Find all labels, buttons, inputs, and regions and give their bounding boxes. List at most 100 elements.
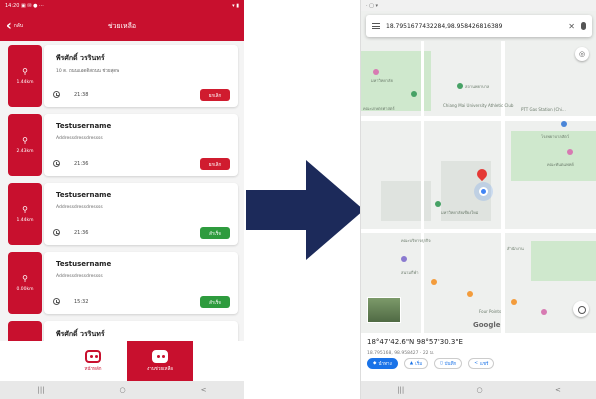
google-logo: Google	[473, 321, 501, 329]
tab-rescue-jobs[interactable]: งานช่วยเหลือ	[127, 341, 193, 381]
request-time: 21:36	[74, 161, 89, 167]
distance-value: 0.00km	[16, 286, 34, 292]
microphone-icon[interactable]	[581, 22, 586, 30]
card-body: พีรศักดิ์ วรรินทร์ 10 ต. ถนนแอดดิสถนน ช่…	[44, 45, 238, 107]
app-header: ‹ กลับ ช่วยเหลือ	[0, 11, 244, 41]
page-title: ช่วยเหลือ	[107, 21, 137, 30]
requester-address: Addressdressdressss	[56, 274, 103, 279]
request-list[interactable]: ⚲ 1.44km พีรศักดิ์ วรรินทร์ 10 ต. ถนนแอด…	[0, 41, 244, 341]
navigate-icon: ▲	[409, 361, 414, 366]
requester-name: Testusername	[56, 122, 112, 130]
directions-label: นำทาง	[378, 362, 392, 367]
distance-tab: ⚲ 1.44km	[8, 183, 42, 245]
map-label: PTT Gas Station (Chi...	[521, 107, 566, 112]
requester-address: Addressdressdressss	[56, 205, 103, 210]
tab-home[interactable]: หน้าหลัก	[62, 341, 124, 381]
requester-name: พีรศักดิ์ วรรินทร์	[56, 54, 105, 62]
requester-address: Addressdressdressss	[56, 136, 103, 141]
map-view[interactable]: มหาวิทยาลัย สถานพยาบาล คณะเกษตรศาสตร์ Ch…	[361, 11, 596, 333]
request-time: 21:38	[74, 92, 89, 98]
status-icons: ▣ ✉ ● ···	[21, 2, 44, 9]
save-button[interactable]: ▯ บันทึก	[434, 358, 463, 369]
distance-value: 2.43km	[16, 148, 34, 154]
start-button[interactable]: ▲ เริ่ม	[403, 358, 429, 369]
request-card[interactable]: ⚲ 2.43km Testusername Addressdressdresss…	[8, 114, 238, 176]
status-button[interactable]: สำเร็จ	[200, 227, 230, 239]
status-bar: · ▢ ▾	[361, 0, 596, 11]
back-label: กลับ	[13, 23, 24, 29]
recents-button[interactable]: |||	[397, 386, 404, 394]
card-body: Testusername Addressdressdressss 21:36 ส…	[44, 183, 238, 245]
map-label: สำนักงาน	[507, 246, 524, 251]
system-nav-bar: ||| ○ <	[361, 381, 596, 399]
rescue-app-screen: 14:20 ▣ ✉ ● ··· ▾ ▮ ‹ กลับ ช่วยเหลือ ⚲ 1…	[0, 0, 244, 399]
distance-tab: ⚲ 0.00km	[8, 252, 42, 314]
compass-icon[interactable]: ◎	[575, 47, 589, 61]
place-info-panel: 18°47'42.6"N 98°57'30.3"E 18.795168, 98.…	[361, 333, 596, 381]
tab-rescue-label: งานช่วยเหลือ	[147, 367, 173, 372]
system-nav-bar: ||| ○ <	[0, 381, 244, 399]
card-body: พีรศักดิ์ วรรินทร์	[44, 321, 238, 341]
current-location-icon	[479, 187, 488, 196]
maps-search-bar[interactable]: 18.7951677432284,98.9584268163​89 ✕	[366, 15, 592, 37]
clock-icon	[53, 229, 60, 236]
share-button[interactable]: < แชร์	[468, 358, 495, 369]
map-label: มหาวิทยาลัยเชียงใหม่	[441, 210, 479, 215]
request-card[interactable]: ⚲ 1.44km พีรศักดิ์ วรรินทร์ 10 ต. ถนนแอด…	[8, 45, 238, 107]
status-button[interactable]: สำเร็จ	[200, 296, 230, 308]
status-button[interactable]: ยกเลิก	[200, 89, 230, 101]
distance-value: 1.44km	[16, 217, 34, 223]
map-label: คณะบริหารธุรกิจ	[401, 238, 431, 243]
requester-name: พีรศักดิ์ วรรินทร์	[56, 330, 105, 338]
action-row: ◆ นำทาง ▲ เริ่ม ▯ บันทึก < แชร์	[367, 358, 495, 369]
share-label: แชร์	[480, 362, 489, 367]
share-icon: <	[474, 361, 479, 366]
start-label: เริ่ม	[415, 362, 423, 367]
composite-screenshot: 14:20 ▣ ✉ ● ··· ▾ ▮ ‹ กลับ ช่วยเหลือ ⚲ 1…	[0, 0, 596, 399]
bottom-tab-bar: หน้าหลัก งานช่วยเหลือ	[0, 341, 244, 381]
location-pin-icon: ⚲	[22, 273, 28, 283]
home-button[interactable]: ○	[477, 386, 483, 394]
back-nav-button[interactable]: <	[201, 386, 207, 394]
status-time: 14:20	[5, 2, 20, 9]
street-view-thumbnail[interactable]	[367, 297, 401, 323]
menu-icon[interactable]	[372, 23, 380, 29]
back-button[interactable]: ‹ กลับ	[0, 19, 23, 33]
dog-face-icon	[152, 350, 168, 363]
home-button[interactable]: ○	[120, 386, 126, 394]
recents-button[interactable]: |||	[37, 386, 44, 394]
clock-icon	[53, 160, 60, 167]
map-label: คณะทันตแพทย์	[547, 162, 574, 167]
card-body: Testusername Addressdressdressss 21:36 ย…	[44, 114, 238, 176]
status-button[interactable]: ยกเลิก	[200, 158, 230, 170]
my-location-button[interactable]	[573, 301, 589, 317]
coordinates-subtitle: 18.795168, 98.958427 · 22 ม.	[367, 351, 435, 356]
transition-arrow-icon	[246, 160, 364, 260]
requester-name: Testusername	[56, 191, 112, 199]
distance-tab: ⚲ 1.44km	[8, 45, 42, 107]
requester-address: 10 ต. ถนนแอดดิสถนน ช่วยสุดพ	[56, 69, 120, 74]
request-card[interactable]: ⚲ พีรศักดิ์ วรรินทร์	[8, 321, 238, 341]
distance-value: 1.44km	[16, 79, 34, 85]
card-body: Testusername Addressdressdressss 15:32 ส…	[44, 252, 238, 314]
status-icons: · ▢ ▾	[366, 2, 379, 9]
clock-icon	[53, 91, 60, 98]
request-card[interactable]: ⚲ 1.44km Testusername Addressdressdresss…	[8, 183, 238, 245]
request-card[interactable]: ⚲ 0.00km Testusername Addressdressdresss…	[8, 252, 238, 314]
distance-tab: ⚲ 2.43km	[8, 114, 42, 176]
location-pin-icon: ⚲	[22, 66, 28, 76]
search-query[interactable]: 18.7951677432284,98.9584268163​89	[386, 23, 562, 30]
request-time: 21:36	[74, 230, 89, 236]
requester-name: Testusername	[56, 260, 112, 268]
directions-button[interactable]: ◆ นำทาง	[367, 358, 398, 369]
map-label: มหาวิทยาลัย	[371, 78, 393, 83]
clock-icon	[53, 298, 60, 305]
map-label: สถานพยาบาล	[465, 84, 490, 89]
map-label: โรงพยาบาลสัตว์	[541, 134, 569, 139]
location-pin-icon: ⚲	[22, 135, 28, 145]
back-nav-button[interactable]: <	[555, 386, 561, 394]
bookmark-icon: ▯	[440, 361, 443, 366]
location-pin-icon: ⚲	[22, 204, 28, 214]
close-icon[interactable]: ✕	[568, 22, 575, 31]
map-label: คณะเกษตรศาสตร์	[363, 106, 395, 111]
